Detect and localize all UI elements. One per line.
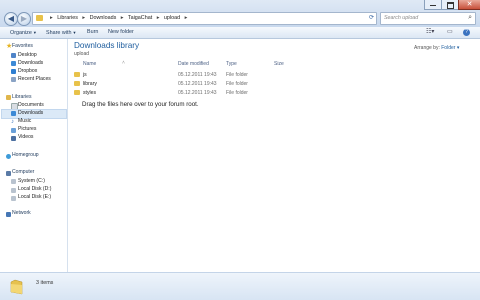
close-button[interactable]: ✕ <box>458 0 480 10</box>
folder-icon <box>74 72 80 77</box>
desktop-icon <box>11 53 16 58</box>
file-type: File folder <box>226 90 248 96</box>
breadcrumb-item[interactable]: Downloads <box>90 15 117 21</box>
share-with-button[interactable]: Share with▼ <box>46 29 76 37</box>
libraries-icon <box>6 95 11 100</box>
library-title: Downloads library <box>74 41 140 50</box>
downloads-icon <box>11 61 16 66</box>
nav-documents[interactable]: Documents <box>18 102 44 109</box>
minimize-button[interactable] <box>424 0 442 10</box>
arrange-by: Arrange by: Folder ▾ <box>414 45 459 51</box>
nav-system-drive[interactable]: System (C:) <box>18 178 45 185</box>
nav-network[interactable]: Network <box>12 210 31 217</box>
column-header-type[interactable]: Type <box>226 61 237 67</box>
search-placeholder: Search upload <box>384 15 419 21</box>
nav-favorites[interactable]: Favorites <box>12 43 33 50</box>
forward-button[interactable]: ▶ <box>17 12 31 26</box>
nav-dropbox[interactable]: Dropbox <box>18 68 37 75</box>
change-view-icon[interactable]: ☷▾ <box>426 29 434 36</box>
caret-down-icon: ▼ <box>32 30 37 35</box>
item-count: 3 items <box>36 280 54 286</box>
chevron-right-icon: ▸ <box>120 15 124 21</box>
downloads-icon <box>11 111 16 116</box>
caret-down-icon: ▼ <box>72 30 77 35</box>
burn-button[interactable]: Burn <box>87 29 98 36</box>
file-date: 05.12.2011 19:43 <box>178 81 217 87</box>
nav-local-disk-d[interactable]: Local Disk (D:) <box>18 186 51 193</box>
network-icon <box>6 212 11 217</box>
explorer-window: ✕ ◀ ▶ ▸ Libraries ▸ Downloads ▸ TaigaCha… <box>0 0 480 300</box>
table-row[interactable]: library 05.12.2011 19:43 File folder <box>74 80 294 88</box>
new-folder-button[interactable]: New folder <box>108 29 134 36</box>
arrange-by-label: Arrange by: <box>414 45 440 51</box>
search-icon[interactable]: ⌕ <box>468 13 472 23</box>
pictures-icon <box>11 128 16 133</box>
dropbox-icon <box>11 69 16 74</box>
folder-icon <box>74 81 80 86</box>
drop-hint-text: Drag the files here over to your forum r… <box>82 101 199 108</box>
chevron-right-icon: ▸ <box>50 15 53 21</box>
navigation-pane: ★ Favorites Desktop Downloads Dropbox Re… <box>0 39 68 272</box>
computer-icon <box>6 171 11 176</box>
nav-videos[interactable]: Videos <box>18 134 33 141</box>
refresh-icon[interactable]: ⟳ <box>369 14 374 21</box>
table-row[interactable]: js 05.12.2011 19:43 File folder <box>74 71 294 79</box>
file-name: library <box>83 81 97 87</box>
chevron-right-icon: ▸ <box>82 15 86 21</box>
folder-icon <box>74 90 80 95</box>
maximize-button[interactable] <box>441 0 459 10</box>
column-header-date[interactable]: Date modified <box>178 61 209 67</box>
breadcrumb: ▸ Libraries ▸ Downloads ▸ TaigaChat ▸ up… <box>47 14 190 23</box>
nav-libraries[interactable]: Libraries <box>12 94 32 101</box>
videos-icon <box>11 136 16 141</box>
recent-places-icon <box>11 77 16 82</box>
nav-music[interactable]: Music <box>18 118 31 125</box>
help-icon[interactable]: ? <box>463 29 470 36</box>
preview-pane-icon[interactable]: ▭ <box>447 29 453 36</box>
file-name: styles <box>83 90 97 96</box>
breadcrumb-item[interactable]: upload <box>164 15 180 21</box>
file-date: 05.12.2011 19:43 <box>178 72 217 78</box>
file-type: File folder <box>226 72 248 78</box>
chevron-right-icon: ▸ <box>184 15 188 21</box>
nav-homegroup[interactable]: Homegroup <box>12 152 39 159</box>
homegroup-icon <box>6 154 11 159</box>
sort-caret-icon: ˄ <box>122 60 125 66</box>
breadcrumb-item[interactable]: Libraries <box>57 15 78 21</box>
nav-desktop[interactable]: Desktop <box>18 52 37 59</box>
table-row[interactable]: styles 05.12.2011 19:43 File folder <box>74 89 294 97</box>
column-header-name[interactable]: Name <box>83 61 96 67</box>
nav-local-disk-e[interactable]: Local Disk (E:) <box>18 194 51 201</box>
file-type: File folder <box>226 81 248 87</box>
nav-recent-places[interactable]: Recent Places <box>18 76 51 83</box>
music-icon: ♪ <box>11 119 14 125</box>
organize-button[interactable]: Organize▼ <box>10 29 37 37</box>
nav-downloads[interactable]: Downloads <box>18 60 43 67</box>
drive-icon <box>11 179 16 184</box>
command-bar: Organize▼ Share with▼ Burn New folder ☷▾… <box>0 27 480 39</box>
file-name: js <box>83 72 87 78</box>
file-list-pane: Downloads library upload Arrange by: Fol… <box>68 39 480 272</box>
arrange-by-dropdown[interactable]: Folder ▾ <box>441 45 459 51</box>
search-input[interactable]: Search upload ⌕ <box>380 12 476 25</box>
breadcrumb-item[interactable]: TaigaChat <box>128 15 152 21</box>
drive-icon <box>11 188 16 193</box>
status-bar: 3 items <box>0 272 480 300</box>
nav-computer[interactable]: Computer <box>12 169 34 176</box>
folder-icon <box>10 279 23 295</box>
nav-pictures[interactable]: Pictures <box>18 126 36 133</box>
library-subtitle: upload <box>74 51 90 57</box>
caret-down-icon: ▾ <box>456 45 460 51</box>
file-date: 05.12.2011 19:43 <box>178 90 217 96</box>
address-bar[interactable]: ▸ Libraries ▸ Downloads ▸ TaigaChat ▸ up… <box>32 12 377 25</box>
column-header-size[interactable]: Size <box>274 61 284 67</box>
drive-icon <box>11 196 16 201</box>
nav-downloads-library[interactable]: Downloads <box>18 110 43 117</box>
title-bar: ✕ ◀ ▶ ▸ Libraries ▸ Downloads ▸ TaigaCha… <box>0 0 480 27</box>
back-button[interactable]: ◀ <box>4 12 18 26</box>
folder-icon <box>36 15 43 21</box>
chevron-right-icon: ▸ <box>156 15 160 21</box>
